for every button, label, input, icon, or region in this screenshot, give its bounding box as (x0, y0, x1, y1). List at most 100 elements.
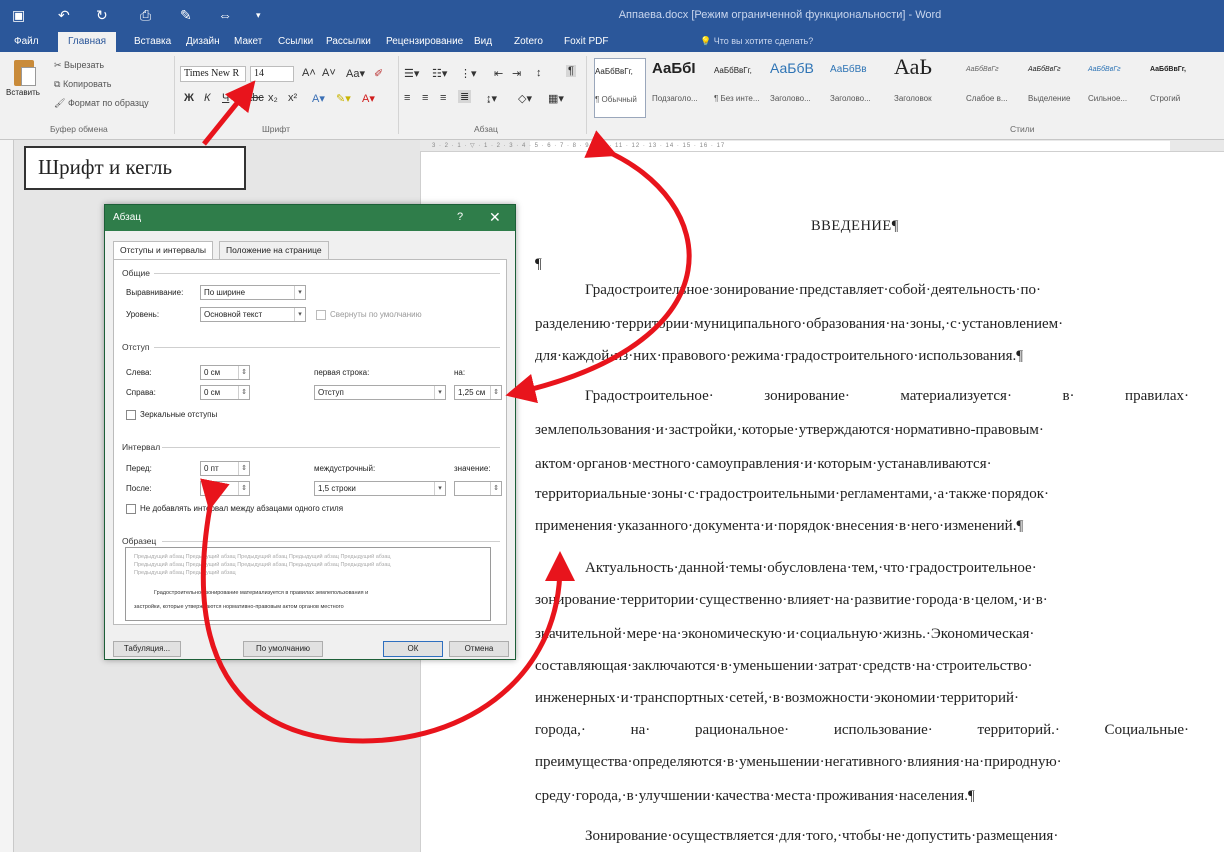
font-size-box[interactable]: 14 (250, 66, 294, 82)
before-spinner[interactable]: 0 пт ⇕ (200, 461, 250, 476)
spinner-icon[interactable]: ⇕ (238, 386, 249, 399)
save-icon[interactable]: ▣ (12, 7, 25, 24)
highlight-icon[interactable]: ✎▾ (336, 92, 351, 105)
tab-review[interactable]: Рецензирование (378, 34, 471, 49)
document-page[interactable]: ВВЕДЕНИЕ¶ ¶ Градостроительное·зонировани… (420, 152, 1224, 852)
style-intense-emphasis[interactable]: АаБбВвГг Сильное... (1088, 58, 1140, 118)
bullets-icon[interactable]: ☰▾ (404, 67, 419, 80)
font-color-icon[interactable]: A▾ (362, 92, 375, 105)
doc-line: среду·города,·в·улучшении·качества·места… (535, 788, 975, 804)
style-emphasis[interactable]: АаБбВвГг Выделение (1028, 58, 1080, 118)
right-indent-spinner[interactable]: 0 см ⇕ (200, 385, 250, 400)
alignment-select[interactable]: По ширине ▾ (200, 285, 306, 300)
collapsed-checkbox[interactable] (316, 310, 326, 320)
align-center-icon[interactable]: ≡ (422, 92, 428, 104)
multilevel-list-icon[interactable]: ⋮▾ (460, 67, 477, 80)
bold-icon[interactable]: Ж (184, 92, 194, 104)
style-normal[interactable]: АаБбВвГг, ¶ Обычный (594, 58, 646, 118)
grow-font-icon[interactable]: A˄ (302, 67, 316, 79)
style-strong[interactable]: АаБбВвГг, Строгий (1150, 58, 1202, 118)
first-line-by-spinner[interactable]: 1,25 см ⇕ (454, 385, 502, 400)
chevron-down-icon: ▾ (434, 482, 445, 495)
line-spacing-label: междустрочный: (314, 464, 376, 473)
tabs-button[interactable]: Табуляция... (113, 641, 181, 657)
style-title[interactable]: АаЬ Заголовок (894, 54, 946, 118)
subscript-icon[interactable]: x₂ (268, 92, 278, 104)
spinner-icon[interactable]: ⇕ (238, 366, 249, 379)
tab-foxit[interactable]: Foxit PDF (556, 34, 616, 49)
close-icon[interactable]: ✕ (489, 209, 501, 226)
style-heading-2[interactable]: АаБбВв Заголово... (830, 58, 882, 118)
doc-line: Актуальность·данной·темы·обусловлена·тем… (585, 560, 1037, 576)
copy-button[interactable]: ⧉ Копировать (54, 79, 111, 90)
sort-icon[interactable]: ↕ (536, 67, 542, 79)
help-button[interactable]: ? (457, 211, 463, 223)
show-marks-icon[interactable]: ¶ (566, 65, 576, 77)
tab-line-page-breaks[interactable]: Положение на странице (219, 241, 329, 259)
print-preview-icon[interactable]: ⎙ (140, 7, 151, 24)
after-spinner[interactable]: 6 пт ⇕ (200, 481, 250, 496)
strikethrough-icon[interactable]: abc (246, 92, 264, 104)
undo-icon[interactable]: ↶ (58, 7, 70, 24)
underline-icon[interactable]: Ч (222, 92, 229, 104)
increase-indent-icon[interactable]: ⇥ (512, 67, 521, 80)
spelling-icon[interactable]: ✎ (180, 7, 192, 24)
align-right-icon[interactable]: ≡ (440, 92, 446, 104)
borders-icon[interactable]: ▦▾ (548, 92, 564, 105)
line-spacing-value-spinner[interactable]: ⇕ (454, 481, 502, 496)
spinner-icon[interactable]: ⇕ (490, 482, 501, 495)
left-indent-spinner[interactable]: 0 см ⇕ (200, 365, 250, 380)
justify-icon[interactable]: ≣ (458, 90, 472, 103)
change-case-icon[interactable]: Aa▾ (346, 67, 365, 80)
tab-zotero[interactable]: Zotero (506, 34, 551, 49)
level-select[interactable]: Основной текст ▾ (200, 307, 306, 322)
tab-references[interactable]: Ссылки (270, 34, 321, 49)
decrease-indent-icon[interactable]: ⇤ (494, 67, 503, 80)
font-name-box[interactable]: Times New R (180, 66, 246, 82)
style-subtle-emphasis[interactable]: АаБбВвГг Слабое в... (966, 58, 1018, 118)
horizontal-ruler[interactable]: 3 · 2 · 1 · ▽ · 1 · 2 · 3 · 4 · 5 · 6 · … (420, 140, 1224, 152)
text-effects-icon[interactable]: A▾ (312, 92, 325, 105)
tab-file[interactable]: Файл (6, 34, 47, 49)
ok-button[interactable]: ОК (383, 641, 443, 657)
align-left-icon[interactable]: ≡ (404, 92, 410, 104)
shading-icon[interactable]: ◇▾ (518, 92, 532, 105)
line-spacing-icon[interactable]: ↨▾ (486, 92, 497, 105)
line-spacing-select[interactable]: 1,5 строки ▾ (314, 481, 446, 496)
superscript-icon[interactable]: x² (288, 92, 297, 104)
numbering-icon[interactable]: ☷▾ (432, 67, 447, 80)
tab-design[interactable]: Дизайн (178, 34, 228, 49)
first-line-select[interactable]: Отступ ▾ (314, 385, 446, 400)
spinner-icon[interactable]: ⇕ (238, 482, 249, 495)
style-name: Сильное... (1088, 94, 1128, 103)
cancel-button[interactable]: Отмена (449, 641, 509, 657)
set-default-button[interactable]: По умолчанию (243, 641, 323, 657)
spinner-icon[interactable]: ⇕ (490, 386, 501, 399)
style-heading-1[interactable]: АаБбВ Заголово... (770, 58, 822, 118)
touch-mode-icon[interactable]: ⇔ (218, 7, 232, 23)
tab-mailings[interactable]: Рассылки (318, 34, 379, 49)
chevron-down-icon: ▾ (294, 308, 305, 321)
cut-button[interactable]: ✂ Вырезать (54, 60, 104, 71)
format-painter-button[interactable]: 🖌 Формат по образцу (54, 98, 149, 109)
tab-insert[interactable]: Вставка (126, 34, 179, 49)
style-no-spacing[interactable]: АаБбВвГг, ¶ Без инте... (714, 58, 766, 118)
tab-indents-spacing[interactable]: Отступы и интервалы (113, 241, 213, 259)
tab-layout[interactable]: Макет (226, 34, 270, 49)
tell-me-box[interactable]: 💡 Что вы хотите сделать? (700, 36, 813, 47)
paste-button[interactable]: Вставить (6, 58, 40, 102)
redo-icon[interactable]: ↻ (96, 7, 108, 24)
spinner-icon[interactable]: ⇕ (238, 462, 249, 475)
shrink-font-icon[interactable]: A˅ (322, 67, 336, 79)
mirror-indents-checkbox[interactable] (126, 410, 136, 420)
tab-home[interactable]: Главная (58, 32, 117, 53)
no-space-same-style-checkbox[interactable] (126, 504, 136, 514)
customize-qat-icon[interactable]: ▾ (256, 10, 261, 21)
tab-view[interactable]: Вид (466, 34, 500, 49)
clear-format-icon[interactable]: ✐ (374, 67, 383, 80)
italic-icon[interactable]: К (204, 92, 210, 104)
dialog-title: Абзац (105, 205, 515, 231)
level-label: Уровень: (126, 310, 160, 319)
style-subtitle[interactable]: АаБбІ Подзаголо... (652, 58, 704, 118)
section-preview: Образец (122, 536, 157, 546)
